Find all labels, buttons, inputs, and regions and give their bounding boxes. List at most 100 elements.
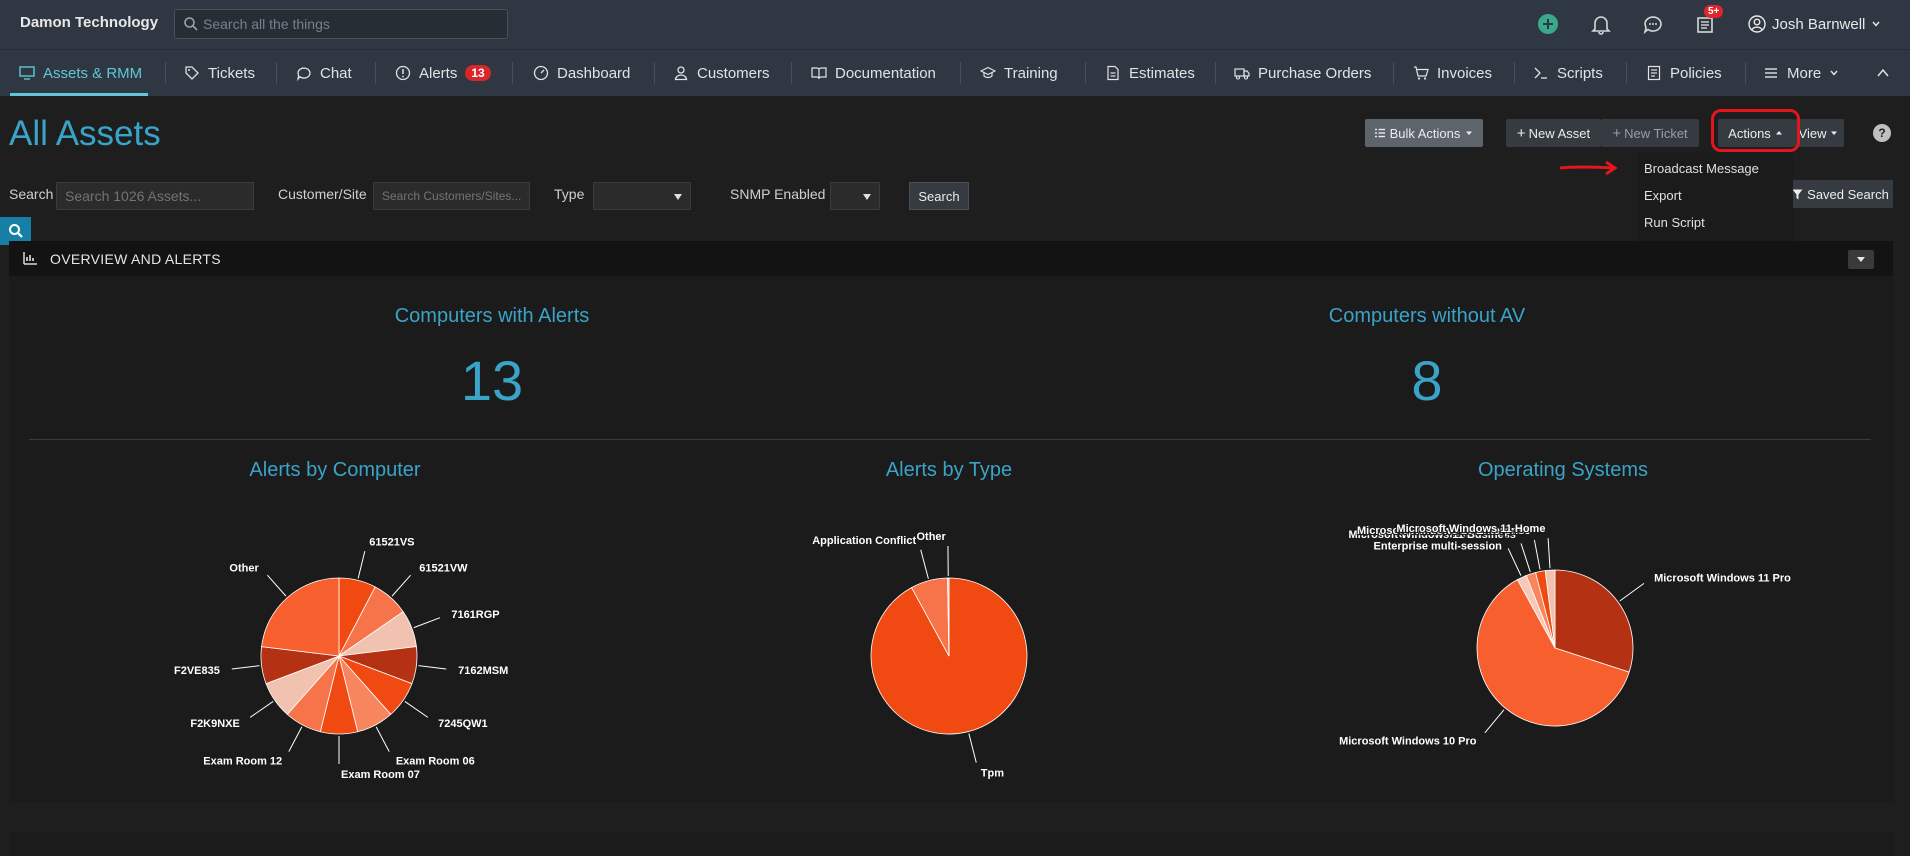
- customer-site-input[interactable]: [373, 182, 530, 210]
- chevron-down-icon: [1872, 21, 1880, 27]
- nav-purchase-orders[interactable]: Purchase Orders: [1234, 50, 1371, 96]
- bulk-actions-label: Bulk Actions: [1389, 125, 1461, 141]
- stat-title: Computers with Alerts: [394, 305, 590, 327]
- nav-label: Dashboard: [557, 64, 631, 82]
- pie-label: Microsoft Windows 11 Home: [1396, 523, 1545, 535]
- collapse-button[interactable]: [1848, 250, 1874, 269]
- chart-title: Operating Systems: [1477, 459, 1649, 481]
- pie-leader-line: [267, 574, 287, 597]
- overview-panel: OVERVIEW AND ALERTS Computers with Alert…: [9, 241, 1893, 802]
- nav-divider: [276, 62, 277, 84]
- help-button[interactable]: ?: [1873, 124, 1891, 142]
- add-icon[interactable]: [1536, 12, 1560, 36]
- nav-label: Tickets: [208, 64, 255, 82]
- nav-estimates[interactable]: Estimates: [1105, 50, 1195, 96]
- customer-site-label: Customer/Site: [278, 186, 367, 202]
- filter-icon: [1792, 189, 1803, 199]
- pie-leader-line: [1520, 543, 1531, 573]
- nav-scripts[interactable]: Scripts: [1533, 50, 1603, 96]
- pie-label: Other: [229, 563, 259, 575]
- new-ticket-button[interactable]: + New Ticket: [1601, 119, 1699, 147]
- menu-item-broadcast-message[interactable]: Broadcast Message: [1644, 161, 1759, 176]
- nav-divider: [960, 62, 961, 84]
- global-search-input[interactable]: [203, 14, 493, 34]
- chart-title: Alerts by Type: [885, 459, 1013, 481]
- chat-icon: [296, 67, 311, 81]
- pie-leader-line: [249, 701, 274, 718]
- document-icon: [1107, 65, 1119, 81]
- tag-icon: [185, 66, 199, 80]
- truck-icon: [1234, 68, 1250, 80]
- bell-icon[interactable]: [1589, 12, 1613, 36]
- nav-divider: [791, 62, 792, 84]
- new-asset-button[interactable]: + New Asset: [1506, 119, 1601, 147]
- stat-title: Computers without AV: [1328, 305, 1526, 327]
- brand-name[interactable]: Damon Technology: [20, 14, 158, 31]
- saved-search-button[interactable]: Saved Search: [1788, 180, 1893, 208]
- nav-label: Scripts: [1557, 64, 1603, 82]
- bulk-actions-button[interactable]: Bulk Actions: [1365, 119, 1483, 147]
- user-avatar-icon: [1748, 15, 1766, 33]
- nav-invoices[interactable]: Invoices: [1413, 50, 1492, 96]
- view-label: View: [1798, 125, 1827, 141]
- pie-leader-line: [968, 733, 977, 763]
- nav-label: More: [1787, 64, 1822, 82]
- pie-label: Microsoft Windows 11 Pro: [1654, 572, 1791, 584]
- nav-alerts[interactable]: Alerts 13: [395, 50, 491, 96]
- chat-bubble-icon[interactable]: [1641, 12, 1665, 36]
- pie-label: F2K9NXE: [190, 718, 240, 730]
- pie-label: F2VE835: [174, 665, 220, 677]
- pie-label: 61521VW: [419, 563, 468, 575]
- new-asset-label: New Asset: [1528, 125, 1591, 141]
- pie-label: Exam Room 07: [341, 769, 420, 781]
- user-menu[interactable]: Josh Barnwell: [1748, 12, 1881, 36]
- annotation-highlight-circle: [1711, 109, 1800, 152]
- plus-icon: +: [1516, 124, 1526, 142]
- overview-panel-header[interactable]: OVERVIEW AND ALERTS: [9, 241, 1893, 276]
- pie-leader-line: [391, 574, 411, 597]
- pie-label: 61521VS: [369, 536, 414, 548]
- nav-label: Alerts: [419, 64, 458, 82]
- menu-item-run-script[interactable]: Run Script: [1644, 215, 1705, 230]
- nav-more[interactable]: More: [1763, 50, 1839, 96]
- caret-down-icon: [1466, 131, 1473, 135]
- pie-slice[interactable]: [261, 577, 340, 657]
- pie-leader-line: [288, 726, 303, 752]
- nav-label: Customers: [697, 64, 770, 82]
- global-search[interactable]: [174, 9, 508, 39]
- nav-label: Invoices: [1437, 64, 1493, 82]
- type-select[interactable]: [593, 182, 691, 210]
- nav-label: Purchase Orders: [1258, 64, 1372, 82]
- alerts-by-computer-pie: 61521VS 61521VW 7161RGP 7162MSM 7245QW1 Exam …: [173, 535, 509, 782]
- pie-label: Microsoft Windows 10 Pro: [1339, 735, 1477, 747]
- nav-divider: [375, 62, 376, 84]
- view-button[interactable]: View: [1794, 119, 1844, 147]
- book-icon: [811, 67, 827, 80]
- notification-badge: 5+: [1704, 5, 1724, 18]
- caret-down-icon: [863, 194, 871, 200]
- nav-label: Policies: [1670, 64, 1722, 82]
- alert-circle-icon: [395, 65, 411, 81]
- nav-documentation[interactable]: Documentation: [811, 50, 936, 96]
- nav-training[interactable]: Training: [980, 50, 1058, 96]
- nav-assets-rmm[interactable]: Assets & RMM: [19, 50, 142, 96]
- new-ticket-label: New Ticket: [1624, 125, 1688, 141]
- nav-divider: [1745, 62, 1746, 84]
- nav-chat[interactable]: Chat: [296, 50, 352, 96]
- nav-policies[interactable]: Policies: [1646, 50, 1722, 96]
- search-button[interactable]: Search: [909, 182, 969, 210]
- chevron-up-icon[interactable]: [1876, 66, 1890, 80]
- asset-search-input[interactable]: [56, 182, 254, 210]
- nav-dashboard[interactable]: Dashboard: [533, 50, 630, 96]
- menu-item-export[interactable]: Export: [1644, 188, 1682, 203]
- nav-divider: [512, 62, 513, 84]
- caret-down-icon: [1831, 131, 1838, 135]
- snmp-enabled-select[interactable]: [830, 182, 880, 210]
- type-label: Type: [554, 186, 585, 202]
- nav-label: Documentation: [835, 64, 936, 82]
- main-nav: Assets & RMM Tickets Chat Alerts 13 Dash…: [0, 49, 1910, 96]
- nav-customers[interactable]: Customers: [673, 50, 770, 96]
- pie-leader-line: [357, 551, 366, 579]
- chart-icon: [23, 252, 37, 265]
- nav-tickets[interactable]: Tickets: [184, 50, 255, 96]
